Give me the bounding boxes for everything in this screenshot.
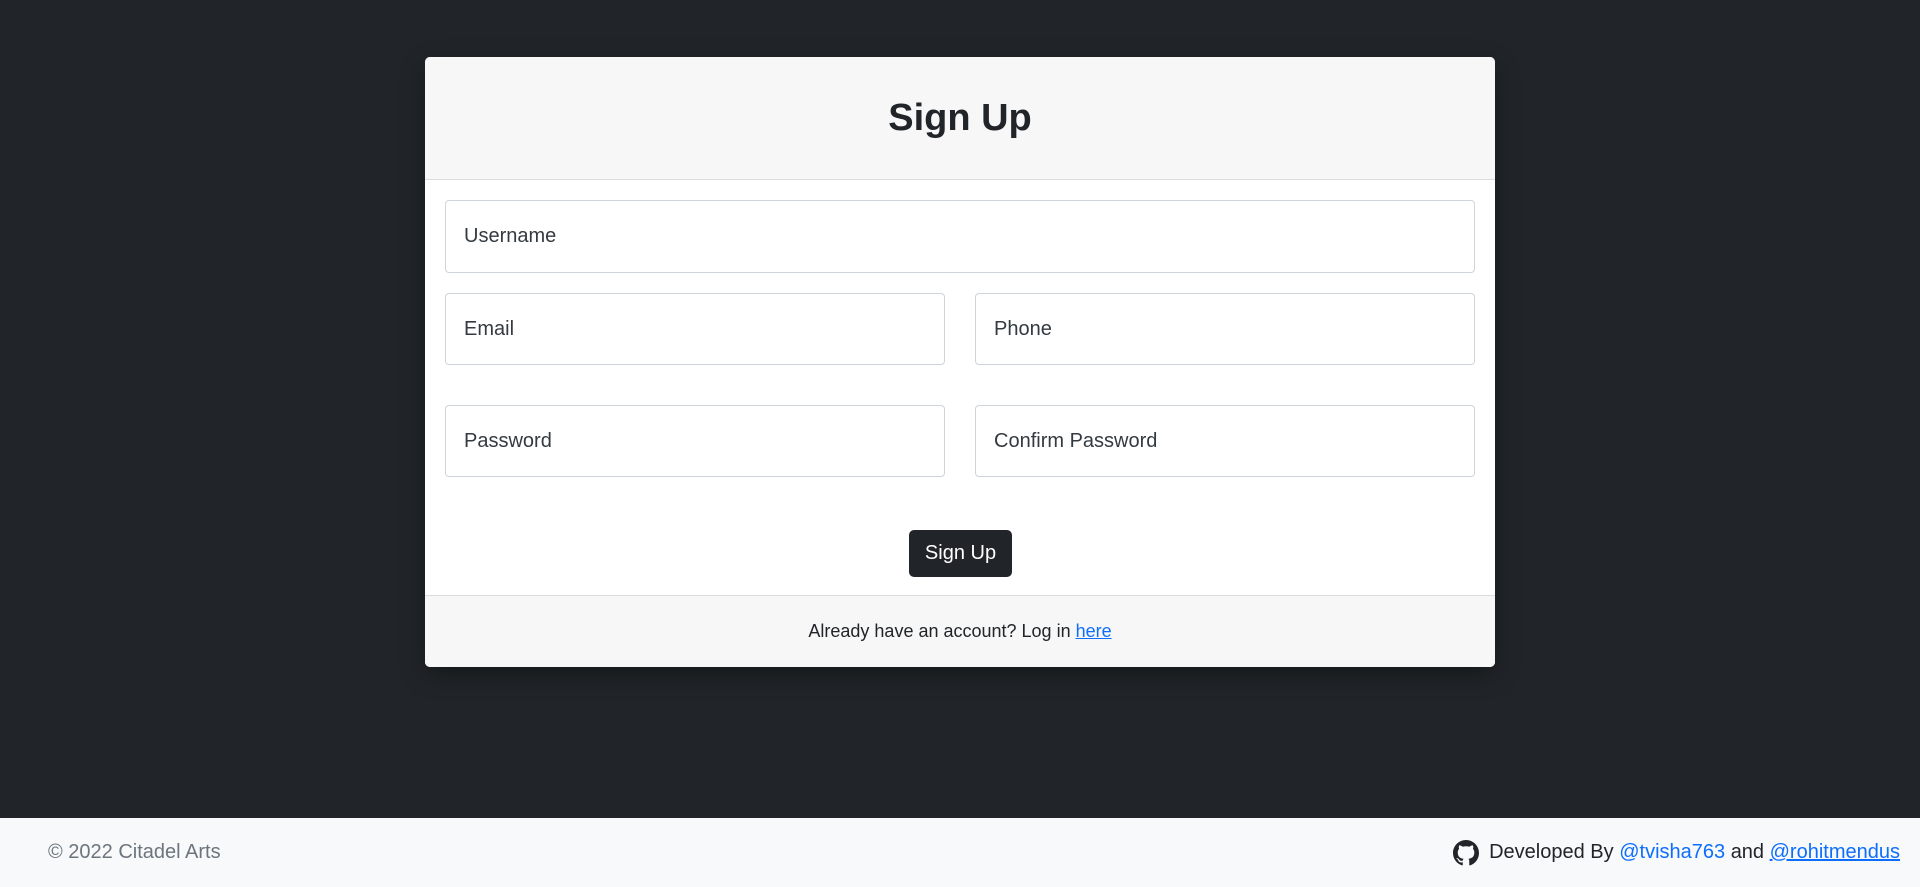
phone-input[interactable] bbox=[992, 316, 1474, 342]
signup-card: Sign Up Sign Up Already have an account?… bbox=[425, 57, 1495, 667]
github-icon bbox=[1453, 839, 1480, 866]
username-field[interactable] bbox=[445, 200, 1475, 273]
email-field[interactable] bbox=[445, 293, 945, 365]
login-prompt-text: Already have an account? Log in bbox=[808, 621, 1071, 641]
page-title: Sign Up bbox=[888, 96, 1032, 139]
developed-by-text: Developed By bbox=[1489, 841, 1614, 863]
developer-link-tvisha[interactable]: @tvisha763 bbox=[1619, 841, 1725, 864]
copyright-text: © 2022 Citadel Arts bbox=[48, 841, 221, 863]
and-text: and bbox=[1730, 841, 1765, 863]
developer-link-rohit[interactable]: @rohitmendus bbox=[1770, 841, 1900, 864]
password-input[interactable] bbox=[462, 428, 944, 454]
card-header: Sign Up bbox=[425, 57, 1495, 180]
username-input[interactable] bbox=[462, 224, 1474, 249]
signup-button[interactable]: Sign Up bbox=[909, 530, 1012, 577]
password-field[interactable] bbox=[445, 405, 945, 477]
login-link[interactable]: here bbox=[1076, 621, 1112, 642]
developer-credits: Developed By @tvisha763 and @rohitmendus bbox=[1453, 839, 1900, 866]
phone-field[interactable] bbox=[975, 293, 1475, 365]
page-footer: © 2022 Citadel Arts Developed By @tvisha… bbox=[0, 818, 1920, 887]
card-footer: Already have an account? Log in here bbox=[425, 595, 1495, 667]
confirm-password-input[interactable] bbox=[992, 428, 1474, 454]
signup-form: Sign Up bbox=[425, 180, 1495, 596]
confirm-password-field[interactable] bbox=[975, 405, 1475, 477]
email-input[interactable] bbox=[462, 316, 944, 342]
